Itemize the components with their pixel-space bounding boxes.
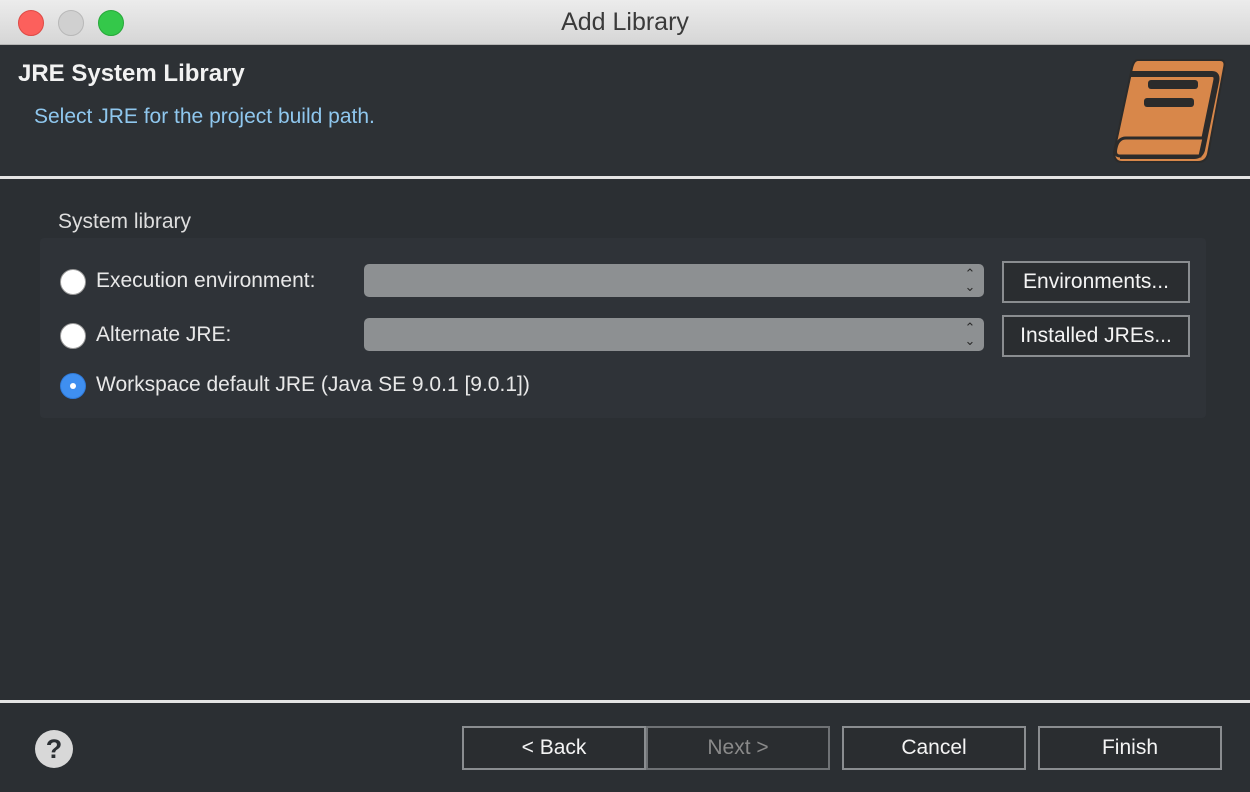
chevron-up-down-icon: ⌃ ⌄: [964, 320, 976, 348]
execution-environment-radio[interactable]: [60, 269, 86, 295]
alternate-jre-combo[interactable]: ⌃ ⌄: [364, 318, 984, 351]
header-separator: [0, 176, 1250, 179]
execution-environment-combo[interactable]: ⌃ ⌄: [364, 264, 984, 297]
chevron-up-down-icon: ⌃ ⌄: [964, 266, 976, 294]
finish-button[interactable]: Finish: [1038, 726, 1222, 770]
page-title: JRE System Library: [18, 60, 245, 87]
page-description: Select JRE for the project build path.: [34, 105, 375, 128]
back-button[interactable]: < Back: [462, 726, 646, 770]
help-icon[interactable]: ?: [35, 730, 73, 768]
window-titlebar: Add Library: [0, 0, 1250, 45]
environments-button[interactable]: Environments...: [1002, 261, 1190, 303]
window-title: Add Library: [561, 8, 689, 36]
workspace-default-jre-radio[interactable]: [60, 373, 86, 399]
installed-jres-button[interactable]: Installed JREs...: [1002, 315, 1190, 357]
cancel-button[interactable]: Cancel: [842, 726, 1026, 770]
alternate-jre-radio[interactable]: [60, 323, 86, 349]
alternate-jre-label[interactable]: Alternate JRE:: [96, 323, 231, 347]
workspace-default-jre-label[interactable]: Workspace default JRE (Java SE 9.0.1 [9.…: [96, 373, 530, 397]
next-button[interactable]: Next >: [646, 726, 830, 770]
system-library-group-label: System library: [58, 210, 192, 233]
execution-environment-label[interactable]: Execution environment:: [96, 269, 315, 293]
footer-separator: [0, 700, 1250, 703]
library-book-icon: [1112, 59, 1226, 163]
